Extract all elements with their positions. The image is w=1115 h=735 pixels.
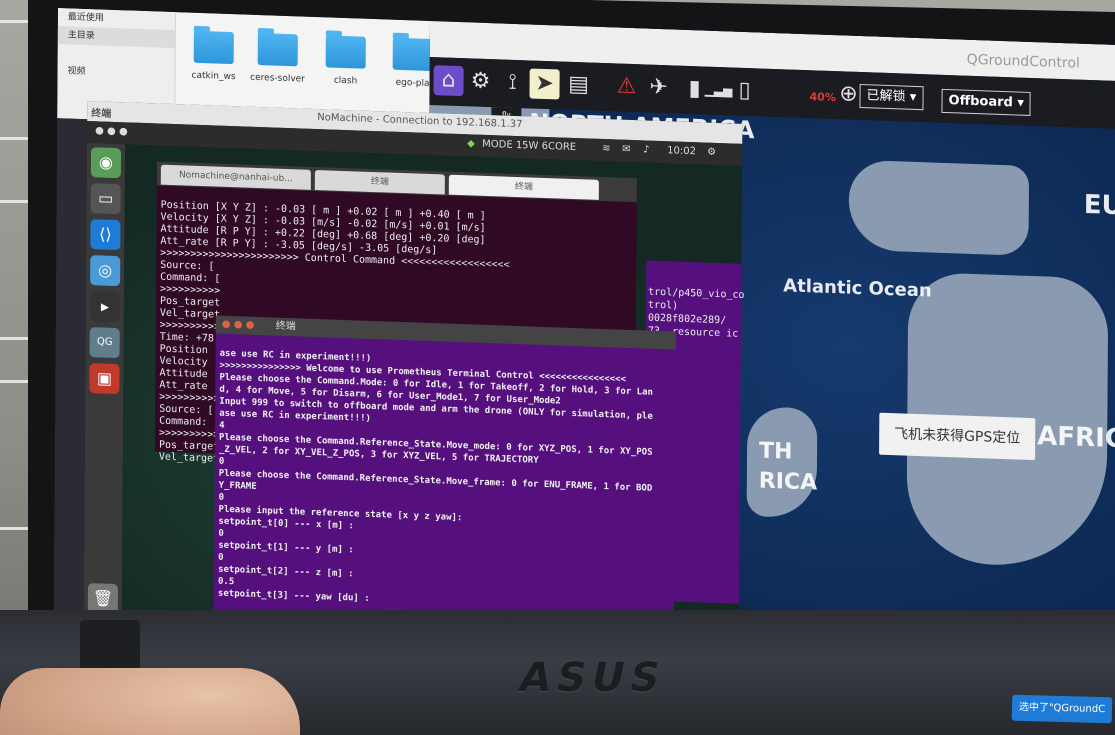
terminal-icon[interactable]: ▸: [89, 291, 121, 323]
gps-toast: 飞机未获得GPS定位: [879, 412, 1036, 461]
flight-mode-dropdown[interactable]: Offboard ▾: [941, 88, 1032, 116]
folder-ceres-solver[interactable]: ceres-solver: [248, 32, 308, 85]
map-label-fragment: RICA: [758, 468, 818, 496]
hand: [0, 668, 300, 735]
clock[interactable]: 10:02: [667, 145, 696, 157]
terminal-output: ase use RC in experiment!!!) >>>>>>>>>>>>…: [218, 336, 672, 640]
terminal-tab[interactable]: 终端: [448, 174, 599, 200]
folder-icon: [392, 37, 433, 72]
sidebar-item-videos[interactable]: 视频: [57, 62, 174, 84]
photo-scene: 最近使用 主目录 视频 catkin_ws ceres-solver clash…: [0, 0, 1115, 735]
map-land-europe: [848, 159, 1030, 256]
flight-mode-label: Offboard: [948, 93, 1013, 111]
folder-clash[interactable]: clash: [316, 35, 376, 87]
terminal-label: 终端: [91, 108, 112, 120]
vscode-icon[interactable]: ⟨⟩: [90, 219, 121, 251]
terminal-tab[interactable]: 终端: [314, 169, 445, 195]
chromium-icon[interactable]: ◎: [90, 255, 121, 287]
analyze-icon[interactable]: ▤: [563, 70, 593, 101]
qgc-title: QGroundControl: [966, 51, 1080, 72]
vehicle-setup-icon[interactable]: ⟟: [497, 67, 527, 98]
foreground-terminal[interactable]: ● ● ● 终端 ase use RC in experiment!!!) >>>…: [213, 315, 676, 632]
chevron-down-icon: ▾: [1017, 95, 1024, 111]
nomachine-title: NoMachine - Connection to 192.168.1.37: [317, 112, 523, 131]
qgc-logo-icon[interactable]: ⌂: [433, 65, 464, 97]
folder-label: ceres-solver: [250, 72, 305, 85]
nvidia-icon: ◆: [467, 138, 475, 150]
map-label-fragment: TH: [758, 438, 793, 465]
map-label-europe: EURO: [1083, 189, 1115, 223]
files-icon[interactable]: ▭: [90, 183, 121, 215]
gear-icon[interactable]: ⚙: [707, 147, 716, 158]
power-mode[interactable]: MODE 15W 6CORE: [482, 139, 576, 153]
battery-icon[interactable]: ▯: [729, 75, 759, 106]
wifi-icon[interactable]: ≋: [602, 143, 610, 154]
folder-label: catkin_ws: [191, 70, 236, 83]
folder-label: clash: [333, 75, 358, 87]
mail-icon[interactable]: ✉: [622, 144, 630, 155]
nomachine-window: NoMachine - Connection to 192.168.1.37 终…: [83, 101, 745, 644]
map-label-atlantic: Atlantic Ocean: [783, 275, 932, 302]
warning-icon[interactable]: ⚠: [611, 71, 641, 102]
terminal-title: 终端: [275, 320, 296, 333]
terminal-tab[interactable]: Nomachine@nanhai-ub...: [160, 164, 311, 190]
battery-percent: 40%: [809, 90, 836, 105]
gear-icon[interactable]: ⚙: [465, 66, 495, 97]
laptop-hinge: [80, 620, 140, 670]
qgc-app-icon[interactable]: QG: [89, 327, 120, 359]
notification-button[interactable]: 选中了"QGroundC: [1011, 694, 1113, 724]
folder-catkin-ws[interactable]: catkin_ws: [184, 30, 244, 82]
ubuntu-dock: ◉ ▭ ⟨⟩ ◎ ▸ QG ▣ 🗑: [83, 143, 126, 623]
arm-status-label: 已解锁: [866, 88, 906, 105]
folder-icon: [193, 30, 234, 65]
window-controls-icon[interactable]: ● ● ●: [222, 316, 255, 335]
folder-icon: [325, 35, 366, 69]
arm-status-dropdown[interactable]: 已解锁 ▾: [859, 83, 924, 111]
volume-icon[interactable]: ♪: [643, 144, 649, 155]
laptop-screen: 最近使用 主目录 视频 catkin_ws ceres-solver clash…: [53, 8, 1115, 696]
app-icon[interactable]: ▣: [89, 363, 120, 395]
map-label-africa: AFRICA: [1037, 421, 1115, 455]
plan-icon[interactable]: ➤: [529, 68, 560, 100]
chevron-down-icon: ▾: [909, 89, 917, 105]
ubuntu-software-icon[interactable]: ◉: [90, 147, 122, 179]
asus-logo: ASUS: [515, 655, 670, 701]
window-controls-icon[interactable]: ● ● ●: [95, 125, 128, 137]
gps-satellite-icon[interactable]: ✈: [643, 72, 673, 103]
folder-icon: [257, 32, 298, 67]
